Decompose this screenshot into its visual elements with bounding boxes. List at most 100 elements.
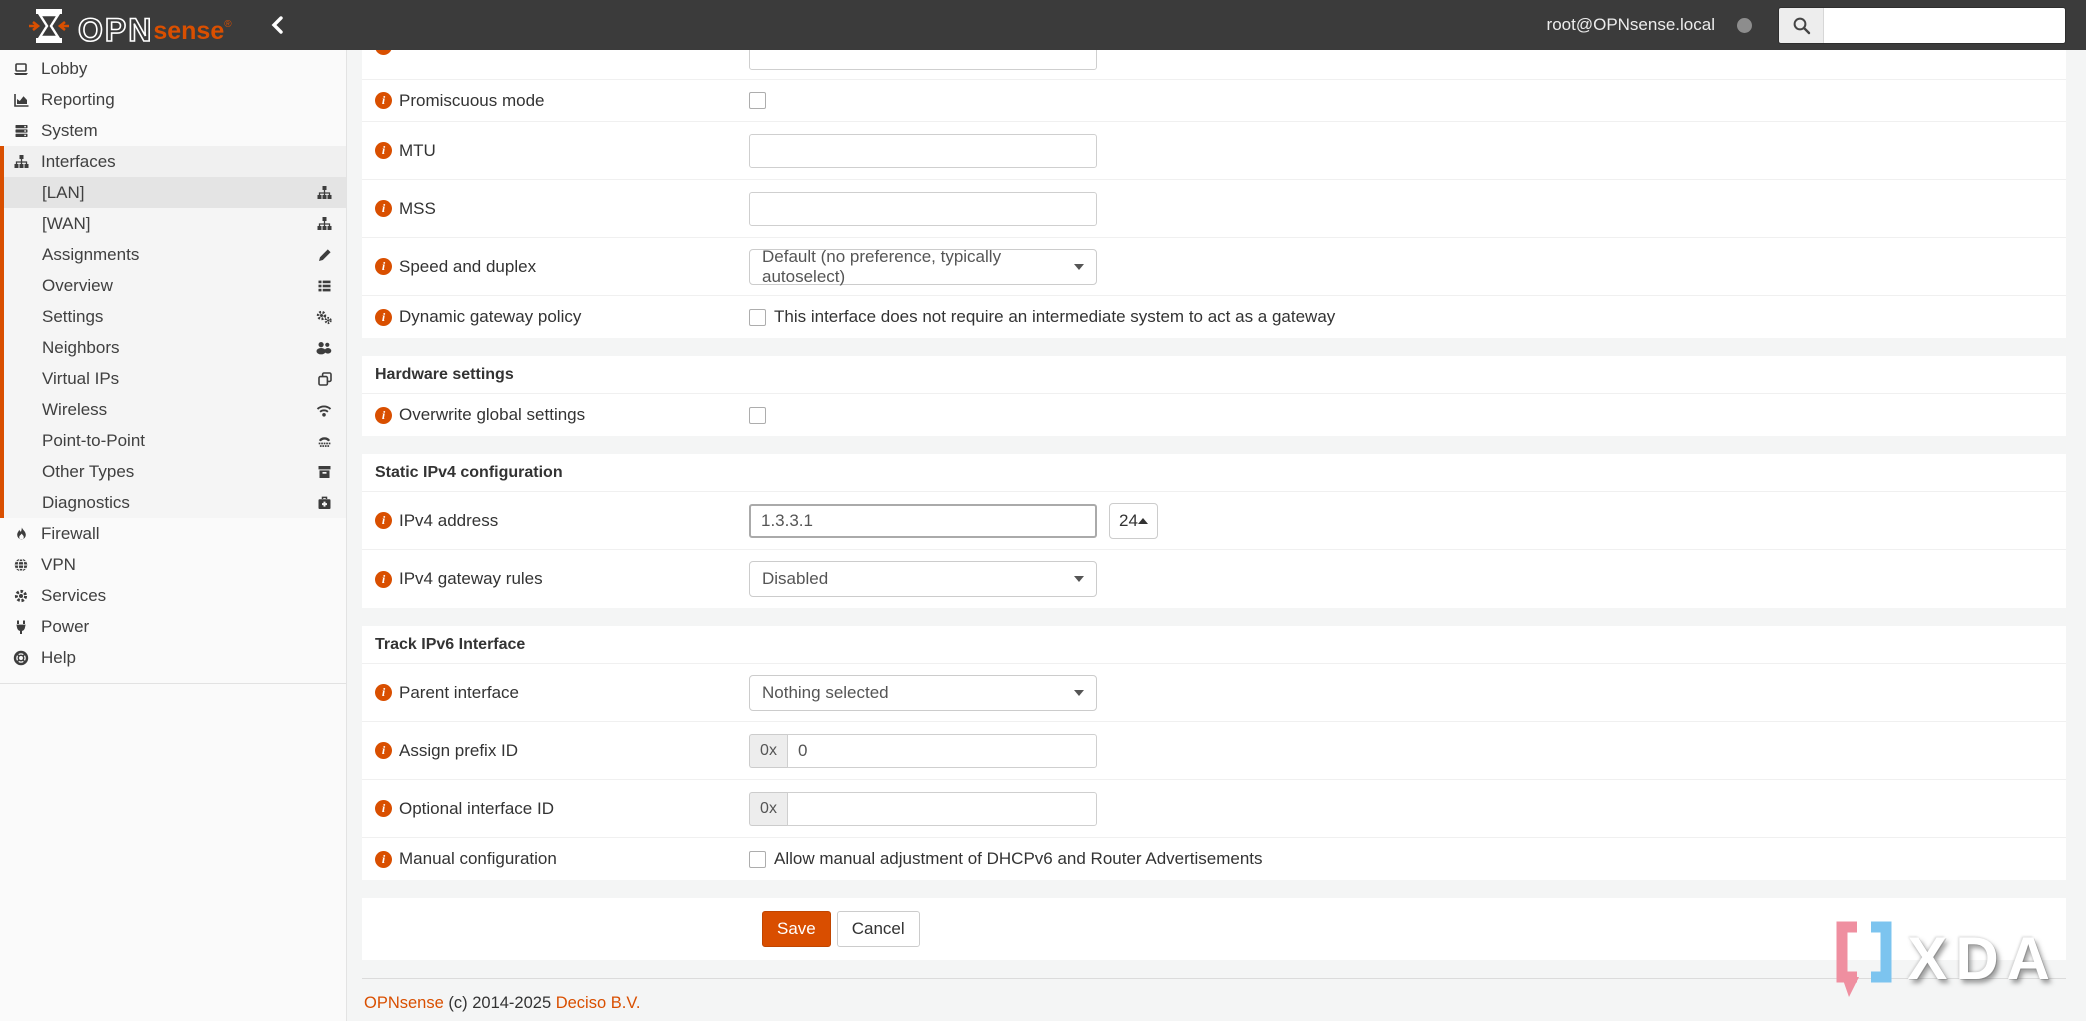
form-row-mtu: i MTU [362,122,2066,180]
wifi-icon [315,402,333,418]
medkit-icon [316,495,333,511]
save-button[interactable]: Save [762,911,831,947]
form-row-promiscuous: i Promiscuous mode [362,80,2066,122]
section-title: Track IPv6 Interface [375,635,526,653]
field-label: Overwrite global settings [399,405,586,424]
info-icon[interactable]: i [375,850,392,868]
form-row-mss: i MSS [362,180,2066,238]
list-icon [316,278,333,294]
checkbox-option-label: This interface does not require an inter… [774,307,1336,326]
sidebar-item-label: Services [41,585,107,605]
optional-interface-id-input[interactable] [787,791,1097,826]
ipv4-prefix-select[interactable]: 24 [1109,502,1158,539]
checkbox-option-label: Allow manual adjustment of DHCPv6 and Ro… [774,849,1263,868]
opnsense-link[interactable]: OPNsense [364,994,444,1012]
chevron-down-icon [1074,689,1084,696]
info-icon[interactable]: i [375,800,392,817]
sidebar-item-settings[interactable]: Settings [4,301,346,332]
form-row-assign-prefix-id: i Assign prefix ID 0x [362,722,2066,780]
sidebar-item-wireless[interactable]: Wireless [4,394,346,425]
sidebar-item-label: Neighbors [42,337,120,357]
info-icon[interactable]: i [375,570,392,588]
chevron-left-icon [270,16,284,34]
sidebar-item-lobby[interactable]: Lobby [0,53,346,84]
sidebar-item-diagnostics[interactable]: Diagnostics [4,487,346,518]
sidebar-item-lan[interactable]: [LAN] [4,177,346,208]
tty-icon [316,433,333,449]
sidebar-item-label: Assignments [42,244,140,264]
mss-input[interactable] [749,191,1097,226]
sidebar: Lobby Reporting System Interfaces [LAN] … [0,50,347,1021]
select-value: Nothing selected [762,682,889,702]
info-icon[interactable]: i [375,142,392,159]
info-icon[interactable]: i [375,50,392,55]
info-icon[interactable]: i [375,258,392,275]
sidebar-item-assignments[interactable]: Assignments [4,239,346,270]
sidebar-item-overview[interactable]: Overview [4,270,346,301]
dynamic-gateway-checkbox[interactable] [749,308,766,326]
info-icon[interactable]: i [375,200,392,217]
ipv4-gateway-rules-select[interactable]: Disabled [749,561,1097,597]
gears-icon [315,309,333,325]
sidebar-item-services[interactable]: Services [0,580,346,611]
search-input[interactable] [1824,7,2065,43]
select-value: Disabled [762,569,829,588]
info-icon[interactable]: i [375,92,392,109]
field-label: Speed and duplex [399,256,537,276]
status-dot [1737,17,1752,33]
form-row-clipped: i [362,50,2066,80]
sidebar-item-firewall[interactable]: Firewall [0,518,346,549]
archive-icon [316,464,333,480]
promiscuous-checkbox[interactable] [749,92,766,109]
form-row-ipv4-address: i IPv4 address 24 [362,492,2066,550]
sidebar-item-help[interactable]: Help [0,642,346,673]
info-icon[interactable]: i [375,512,392,529]
sidebar-item-virtual-ips[interactable]: Virtual IPs [4,363,346,394]
clone-icon [317,371,333,387]
brand-opn: OPN [77,12,154,48]
info-icon[interactable]: i [375,742,392,759]
ipv4-address-input[interactable] [749,503,1097,538]
chevron-up-icon [1138,517,1148,524]
chevron-down-icon [1074,576,1084,582]
assign-prefix-id-input[interactable] [787,733,1097,768]
sidebar-item-system[interactable]: System [0,115,346,146]
info-icon[interactable]: i [375,308,392,326]
opnsense-logo[interactable]: OPN sense ® [28,5,232,48]
copyright-text: (c) 2014-2025 [448,994,552,1012]
sidebar-item-reporting[interactable]: Reporting [0,84,346,115]
main-content: i i Promiscuous mode i MTU i MSS [347,50,2086,1021]
sidebar-item-label: Settings [42,306,104,326]
area-chart-icon [9,92,33,108]
topbar: OPN sense ® root@OPNsense.local [0,0,2086,50]
sidebar-collapse-button[interactable] [270,16,284,34]
deciso-link[interactable]: Deciso B.V. [556,994,641,1012]
sidebar-item-point-to-point[interactable]: Point-to-Point [4,425,346,456]
sitemap-icon [316,185,333,201]
search-box [1778,6,2066,44]
section-header: Hardware settings [362,356,2066,394]
mtu-input[interactable] [749,133,1097,168]
sidebar-item-vpn[interactable]: VPN [0,549,346,580]
overwrite-global-checkbox[interactable] [749,406,766,424]
sidebar-item-neighbors[interactable]: Neighbors [4,332,346,363]
sidebar-item-wan[interactable]: [WAN] [4,208,346,239]
sidebar-item-other-types[interactable]: Other Types [4,456,346,487]
brand-registered-mark: ® [224,19,232,30]
info-icon[interactable]: i [375,684,392,701]
sidebar-item-label: System [41,120,98,140]
speed-duplex-select[interactable]: Default (no preference, typically autose… [749,247,1097,286]
sidebar-item-label: Virtual IPs [42,368,120,388]
sidebar-item-label: [LAN] [42,182,85,202]
section-title: Hardware settings [375,365,514,383]
info-icon[interactable]: i [375,406,392,424]
manual-configuration-checkbox[interactable] [749,850,766,868]
panel-general-settings: i i Promiscuous mode i MTU i MSS [362,50,2066,338]
form-row-optional-interface-id: i Optional interface ID 0x [362,780,2066,838]
xda-text: XDA [1907,925,2058,992]
sidebar-item-interfaces[interactable]: Interfaces [4,146,346,177]
sidebar-item-power[interactable]: Power [0,611,346,642]
parent-interface-select[interactable]: Nothing selected [749,674,1097,711]
cancel-button[interactable]: Cancel [836,911,920,947]
clipped-input[interactable] [749,50,1097,70]
